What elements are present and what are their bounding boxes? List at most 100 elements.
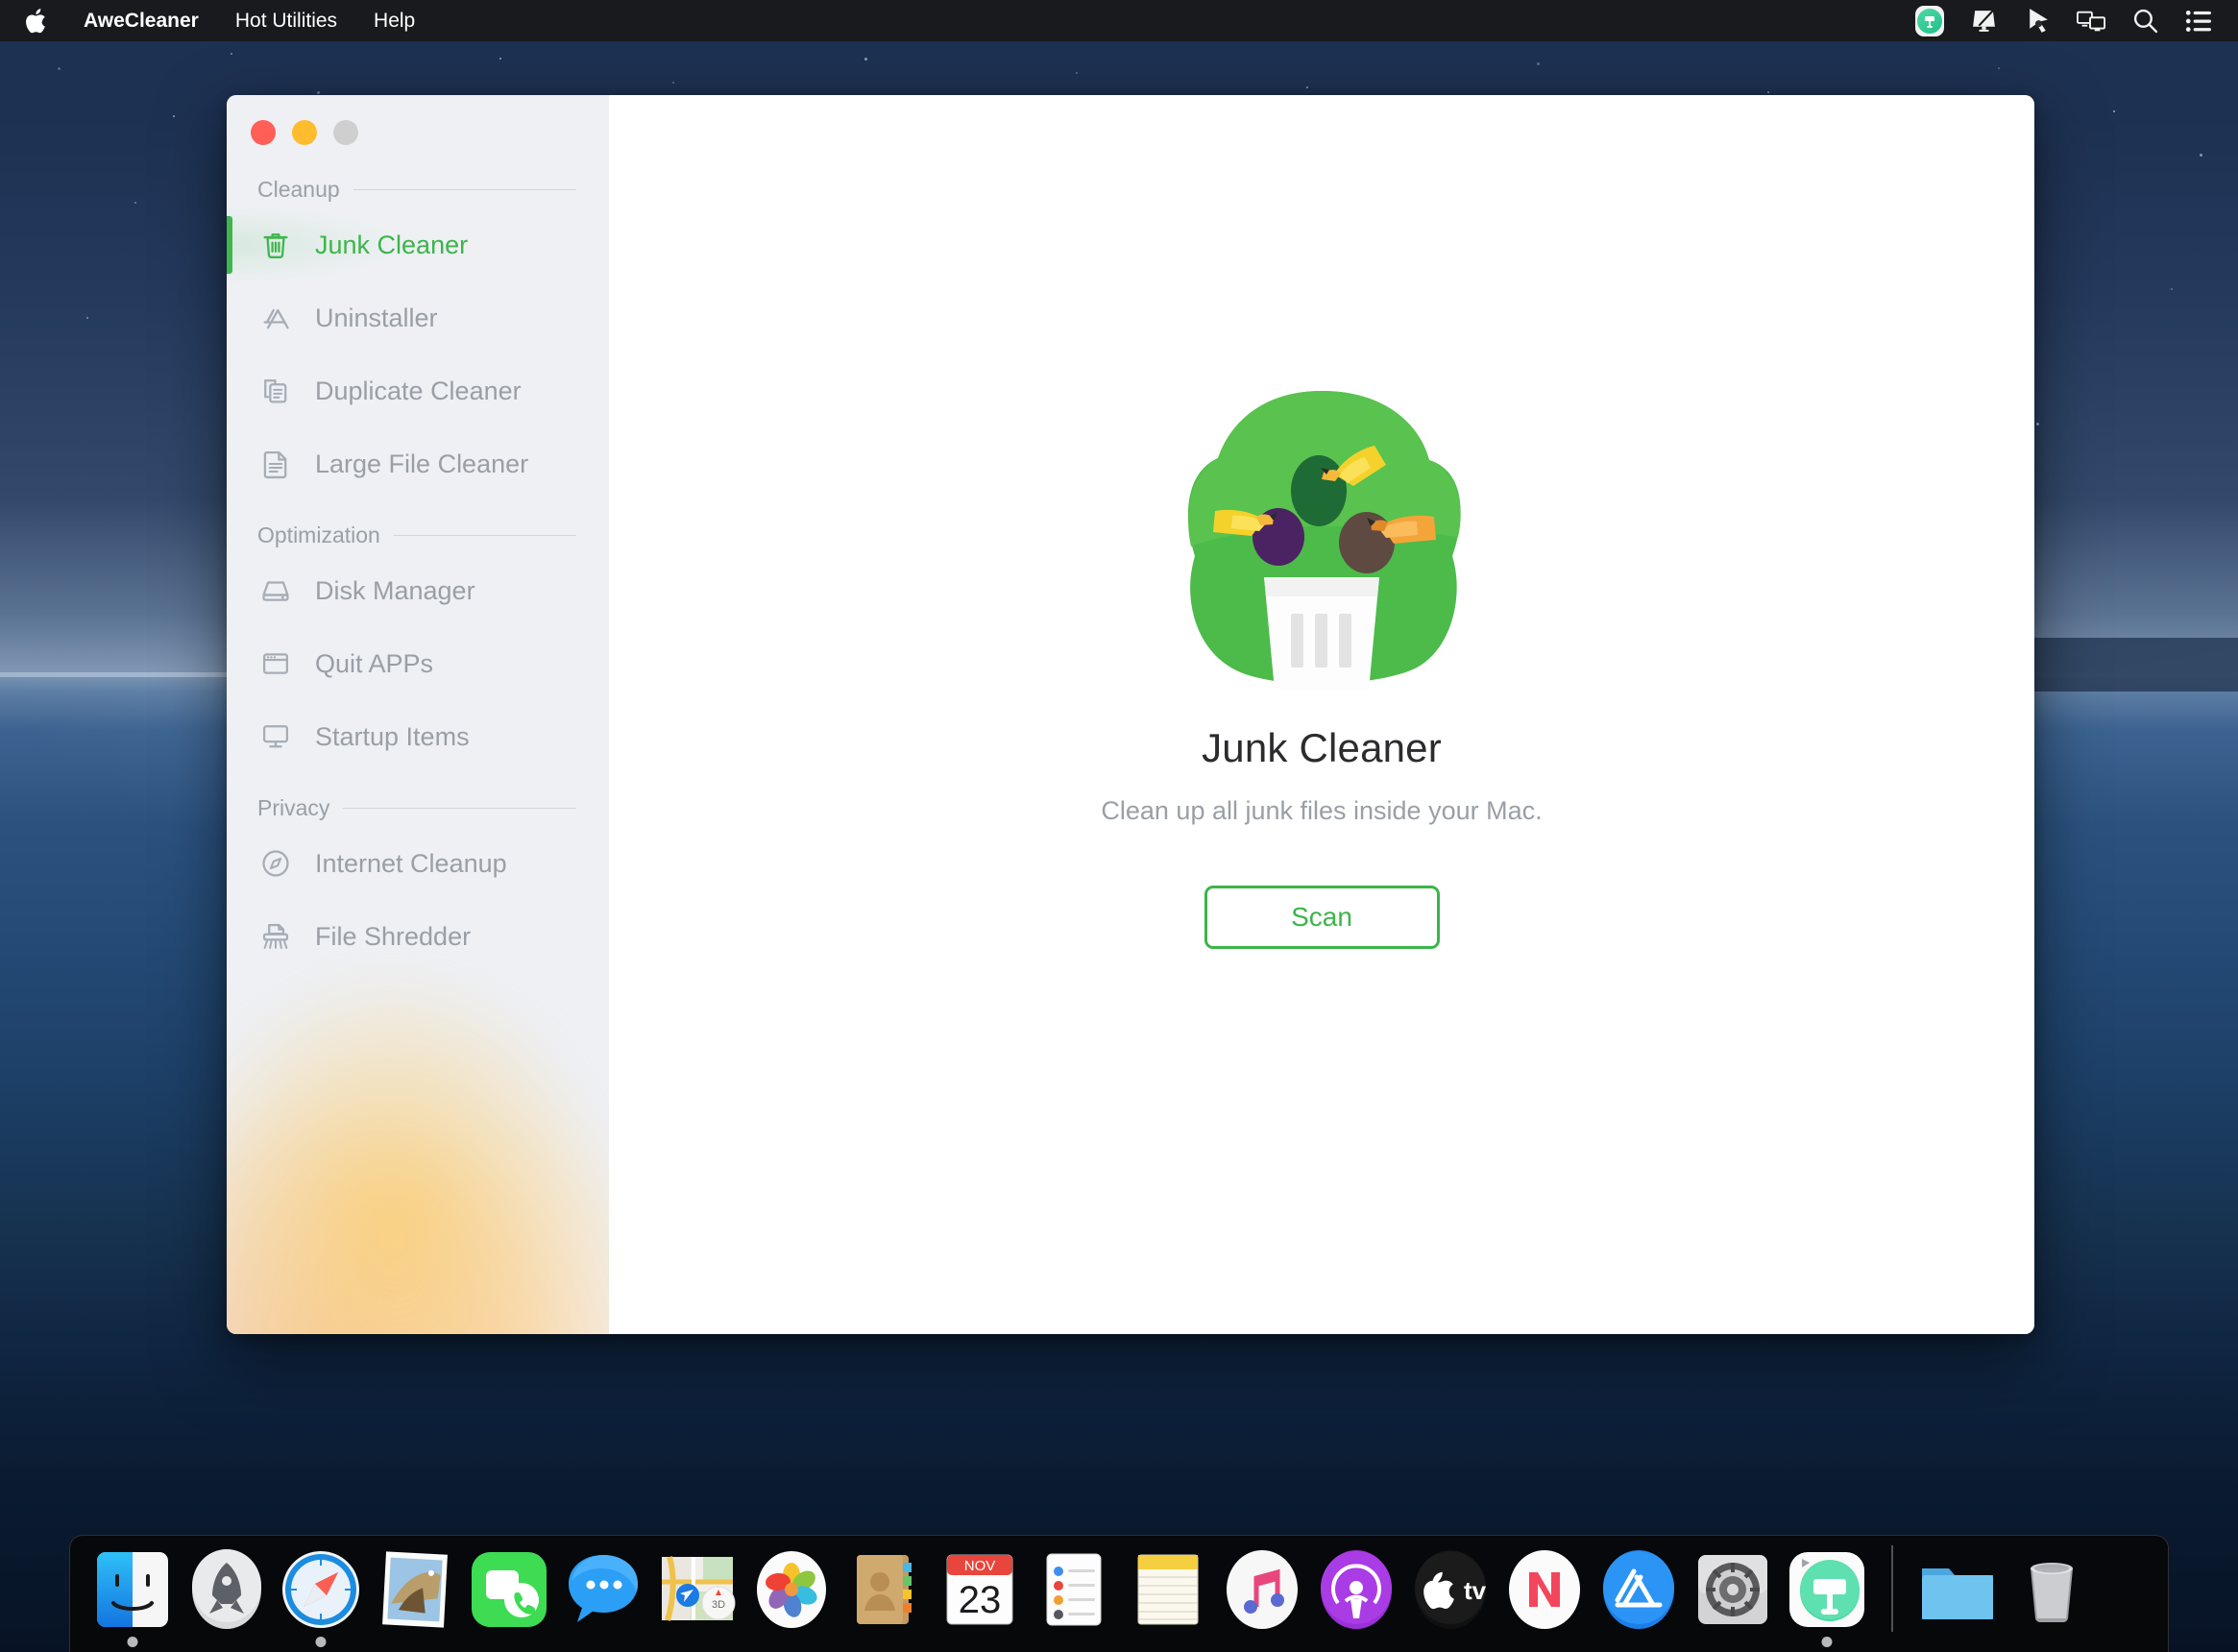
sidebar-item-duplicate-cleaner[interactable]: Duplicate Cleaner (227, 354, 609, 427)
search-icon[interactable] (2130, 7, 2159, 36)
monitor-icon (257, 718, 294, 755)
photos-icon (749, 1547, 834, 1632)
notes-icon (1126, 1547, 1210, 1632)
document-icon (257, 446, 294, 482)
mail-icon (373, 1547, 457, 1632)
awecleaner-window: Cleanup Junk Cleaner Uninstaller Duplica… (227, 95, 2034, 1334)
scan-button[interactable]: Scan (1204, 886, 1440, 949)
svg-text:tv: tv (1464, 1576, 1487, 1605)
dock-item-photos[interactable] (744, 1545, 839, 1652)
menu-help[interactable]: Help (355, 0, 433, 41)
running-indicator (127, 1637, 138, 1647)
menu-hot-utilities[interactable]: Hot Utilities (217, 0, 355, 41)
launchpad-icon (184, 1547, 269, 1632)
section-header-privacy: Privacy (227, 789, 609, 827)
dock-item-calendar[interactable]: NOV 23 (933, 1545, 1027, 1652)
section-header-cleanup: Cleanup (227, 170, 609, 208)
dock-item-podcasts[interactable] (1309, 1545, 1403, 1652)
dock-separator (1891, 1545, 1893, 1632)
window-icon (257, 645, 294, 682)
apple-logo-icon[interactable] (25, 7, 50, 36)
page-subtitle: Clean up all junk files inside your Mac. (1101, 796, 1543, 825)
contacts-icon (843, 1547, 928, 1632)
dock: 3D NOV 23 tv (69, 1535, 2169, 1652)
safari-icon (279, 1547, 363, 1632)
dock-item-itunes[interactable] (1215, 1545, 1309, 1652)
dock-item-app-store[interactable] (1592, 1545, 1686, 1652)
dock-item-facetime[interactable] (462, 1545, 556, 1652)
dock-item-safari[interactable] (274, 1545, 368, 1652)
folder-icon (1915, 1547, 2000, 1632)
trash-icon (2009, 1547, 2094, 1632)
finder-icon (90, 1547, 175, 1632)
dock-item-system-preferences[interactable] (1686, 1545, 1780, 1652)
sidebar-item-file-shredder[interactable]: File Shredder (227, 900, 609, 973)
sidebar-item-junk-cleaner[interactable]: Junk Cleaner (227, 208, 609, 281)
section-header-optimization: Optimization (227, 516, 609, 554)
apple-tv-icon: tv (1408, 1547, 1493, 1632)
section-title: Cleanup (257, 176, 340, 202)
sidebar-item-startup-items[interactable]: Startup Items (227, 700, 609, 773)
podcasts-icon (1314, 1547, 1399, 1632)
svg-text:3D: 3D (712, 1599, 725, 1611)
sidebar: Cleanup Junk Cleaner Uninstaller Duplica… (227, 95, 609, 1334)
trash-icon (257, 227, 294, 263)
minimize-button[interactable] (292, 120, 317, 145)
app-store-icon (257, 300, 294, 336)
running-indicator (1821, 1637, 1833, 1647)
dock-item-trash[interactable] (2005, 1545, 2099, 1652)
dock-item-downloads-folder[interactable] (1910, 1545, 2005, 1652)
sidebar-item-internet-cleanup[interactable]: Internet Cleanup (227, 827, 609, 900)
system-preferences-icon (1691, 1547, 1775, 1632)
sidebar-item-label: Disk Manager (315, 575, 475, 605)
dock-item-launchpad[interactable] (180, 1545, 274, 1652)
facetime-icon (467, 1547, 551, 1632)
dock-item-mail[interactable] (368, 1545, 462, 1652)
dock-item-contacts[interactable] (839, 1545, 933, 1652)
dock-item-apple-tv[interactable]: tv (1403, 1545, 1497, 1652)
awecleaner-icon (1785, 1547, 1869, 1632)
dock-item-finder[interactable] (85, 1545, 180, 1652)
sidebar-item-uninstaller[interactable]: Uninstaller (227, 281, 609, 354)
news-icon (1502, 1547, 1587, 1632)
screen-mirroring-icon[interactable] (2077, 7, 2105, 36)
shredder-icon (257, 918, 294, 955)
section-title: Privacy (257, 794, 330, 820)
calendar-icon: NOV 23 (937, 1547, 1022, 1632)
hard-drive-icon (257, 572, 294, 609)
sidebar-item-label: Large File Cleaner (315, 449, 529, 478)
main-content: Junk Cleaner Clean up all junk files ins… (609, 95, 2034, 1334)
section-title: Optimization (257, 522, 380, 547)
close-button[interactable] (251, 120, 276, 145)
dock-item-news[interactable] (1497, 1545, 1592, 1652)
sidebar-item-disk-manager[interactable]: Disk Manager (227, 554, 609, 627)
sidebar-item-label: Internet Cleanup (315, 848, 507, 878)
dock-item-maps[interactable]: 3D (650, 1545, 744, 1652)
display-brightness-icon[interactable] (1969, 7, 1998, 36)
dock-item-reminders[interactable] (1027, 1545, 1121, 1652)
cursor-pointer-icon[interactable] (2023, 7, 2052, 36)
dock-item-messages[interactable] (556, 1545, 650, 1652)
sidebar-item-large-file-cleaner[interactable]: Large File Cleaner (227, 427, 609, 500)
app-store-icon (1596, 1547, 1681, 1632)
awecleaner-menubar-icon[interactable] (1915, 5, 1944, 36)
itunes-icon (1220, 1547, 1304, 1632)
junk-cleaner-illustration (1173, 383, 1471, 691)
sidebar-item-label: Uninstaller (315, 303, 438, 332)
calendar-day: 23 (959, 1579, 1002, 1621)
messages-icon (561, 1547, 645, 1632)
sidebar-item-label: File Shredder (315, 921, 472, 951)
section-divider (393, 534, 576, 536)
sidebar-item-label: Junk Cleaner (315, 230, 469, 259)
maps-icon: 3D (655, 1547, 740, 1632)
sidebar-item-quit-apps[interactable]: Quit APPs (227, 627, 609, 700)
zoom-button[interactable] (333, 120, 358, 145)
dock-item-awecleaner[interactable] (1780, 1545, 1874, 1652)
sidebar-item-label: Startup Items (315, 721, 470, 751)
running-indicator (315, 1637, 327, 1647)
menu-app-name[interactable]: AweCleaner (65, 0, 217, 41)
control-center-icon[interactable] (2184, 7, 2213, 36)
section-divider (343, 807, 576, 809)
dock-item-notes[interactable] (1121, 1545, 1215, 1652)
reminders-icon (1032, 1547, 1116, 1632)
